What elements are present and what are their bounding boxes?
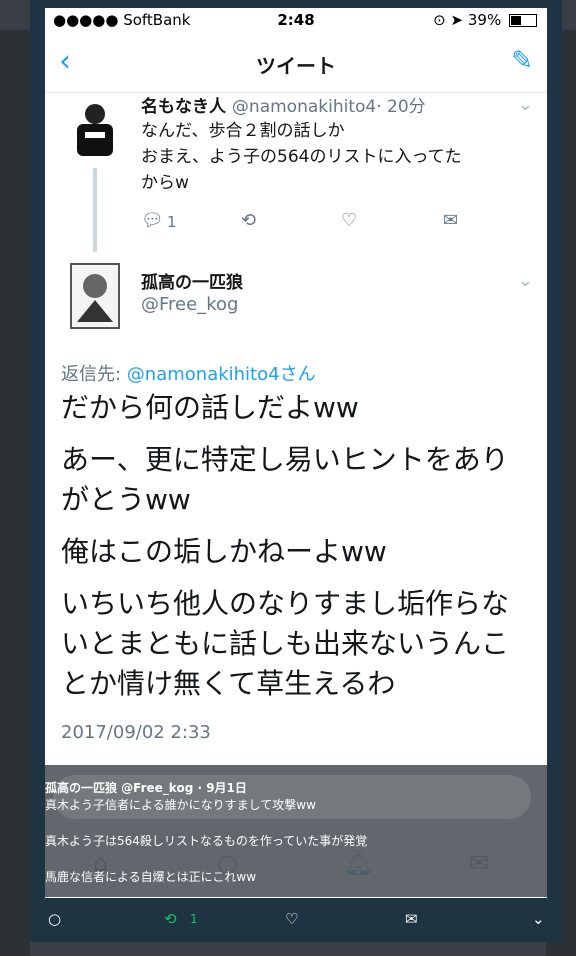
avatar[interactable]: [67, 100, 123, 164]
tweet-text: だから何の話しだよww あー、更に特定し易いヒントをありがとうww 俺はこの垢し…: [61, 391, 510, 700]
author-name[interactable]: 孤高の一匹狼: [141, 268, 243, 293]
overlay-line: 馬鹿な信者による自爆とは正にこれww: [45, 870, 257, 884]
status-right: ⊙ ➤ 39%: [433, 11, 537, 29]
reply-icon[interactable]: 💬︎: [141, 210, 164, 231]
page-title: ツイート: [256, 54, 336, 78]
reply-count: 1: [167, 213, 177, 231]
bottom-action-bar: ○ ⟲ 1 ♡ ✉ ⌄: [30, 898, 562, 942]
backdrop-left: [0, 30, 30, 956]
avatar[interactable]: [67, 260, 123, 332]
chevron-down-icon[interactable]: ⌄: [518, 94, 533, 115]
message-icon[interactable]: ✉: [405, 910, 418, 928]
compose-tweet-icon[interactable]: ✎: [511, 46, 533, 76]
tweet-age: · 20分: [376, 97, 426, 117]
author-name[interactable]: 名もなき人 @namonakihito4· 20分: [141, 92, 426, 117]
retweet-count: 1: [190, 912, 198, 926]
reply-target-link[interactable]: @namonakihito4さん: [127, 364, 316, 385]
chevron-down-icon[interactable]: ⌄: [518, 270, 533, 291]
retweet-icon[interactable]: ⟲: [164, 910, 177, 928]
lock-rotation-icon: ⊙: [433, 11, 446, 29]
reply-context: 返信先: @namonakihito4さん: [61, 364, 316, 385]
overlay-header: 孤高の一匹狼 @Free_kog · 9月1日: [45, 781, 247, 795]
tweet-text: なんだ、歩合２割の話しか おまえ、よう子の564のリストに入ってた からw: [141, 121, 462, 193]
battery-percent: 39%: [467, 11, 502, 29]
overlay-line: 真木よう子は564殺しリストなるものを作っていた事が発覚: [45, 834, 368, 848]
like-icon[interactable]: ♡: [285, 910, 298, 928]
battery-icon: [509, 14, 537, 27]
location-icon: ➤: [450, 11, 464, 29]
author-handle[interactable]: @Free_kog: [141, 294, 238, 315]
status-bar: ●●●●● SoftBank 2:48 ⊙ ➤ 39%: [45, 8, 547, 32]
tweet-actions: 💬︎ 1 ⟲ ♡ ✉: [141, 210, 471, 234]
retweet-icon[interactable]: ⟲: [241, 210, 256, 231]
chevron-down-icon[interactable]: ⌄: [532, 910, 545, 928]
message-icon[interactable]: ✉: [443, 210, 458, 231]
author-handle: @namonakihito4: [231, 97, 377, 117]
nav-bar: ‹ ツイート ✎: [45, 32, 547, 93]
quoted-tweet-overlay: 孤高の一匹狼 @Free_kog · 9月1日 真木よう子信者による誰かになりす…: [45, 765, 547, 897]
overlay-line: 真木よう子信者による誰かになりすまして攻撃ww: [45, 798, 316, 812]
like-icon[interactable]: ♡: [341, 210, 357, 231]
reply-icon[interactable]: ○: [48, 910, 61, 928]
thread-line: [93, 168, 97, 252]
tweet-timestamp: 2017/09/02 2:33: [61, 722, 211, 743]
